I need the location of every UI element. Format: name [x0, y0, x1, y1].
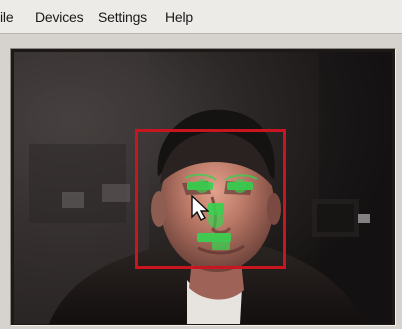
menu-settings[interactable]: Settings: [98, 9, 147, 25]
menu-bar: ile Devices Settings Help: [0, 0, 402, 34]
mouse-pointer-icon: [191, 195, 209, 221]
menu-file[interactable]: ile: [0, 9, 14, 25]
face-tracker-window: ile Devices Settings Help: [0, 0, 402, 329]
menu-help[interactable]: Help: [165, 9, 193, 25]
face-detection-box: [135, 129, 286, 269]
menu-devices[interactable]: Devices: [35, 9, 84, 25]
